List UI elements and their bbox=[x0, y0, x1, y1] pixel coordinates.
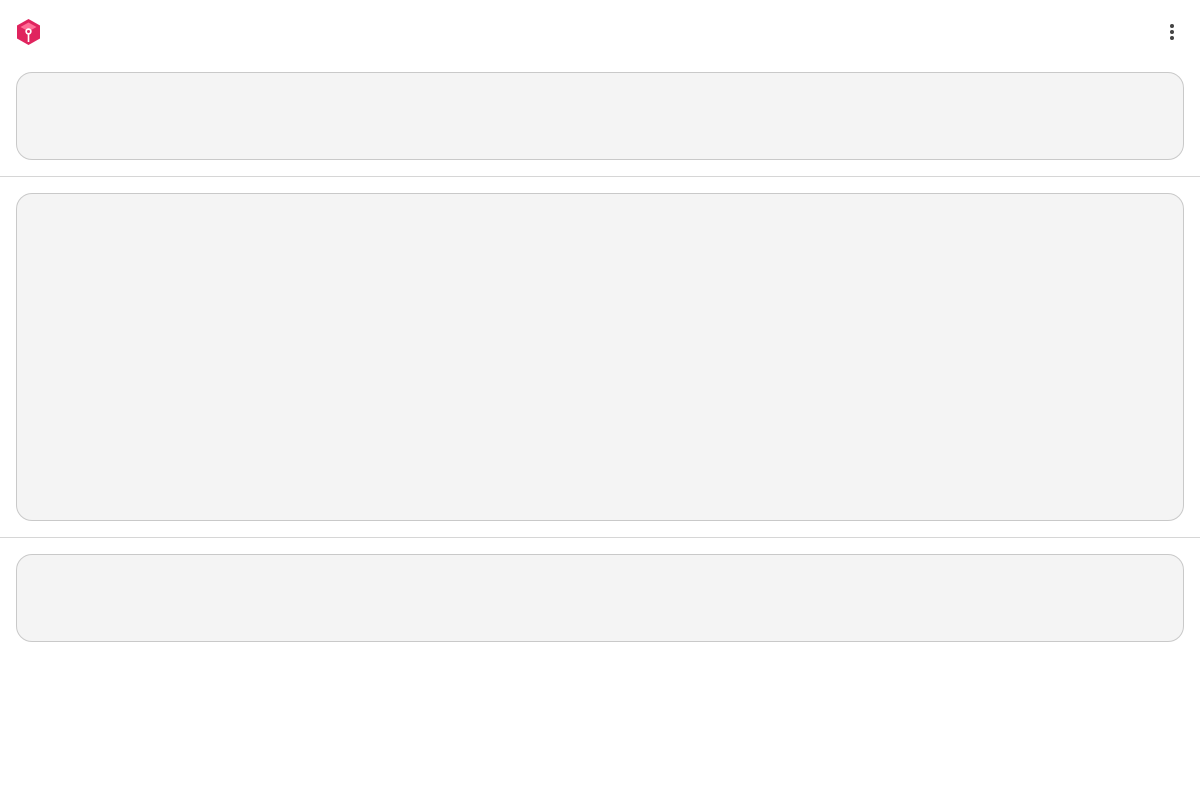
more-options-button[interactable] bbox=[1160, 20, 1184, 44]
cube-logo-icon[interactable] bbox=[16, 18, 41, 46]
app-root bbox=[0, 0, 1200, 800]
divider bbox=[0, 176, 1200, 177]
divider bbox=[0, 537, 1200, 538]
top-bar bbox=[0, 0, 1200, 64]
bottom-panel bbox=[16, 554, 1184, 642]
main-panel bbox=[16, 193, 1184, 521]
top-panel bbox=[16, 72, 1184, 160]
more-vertical-icon bbox=[1170, 24, 1174, 28]
